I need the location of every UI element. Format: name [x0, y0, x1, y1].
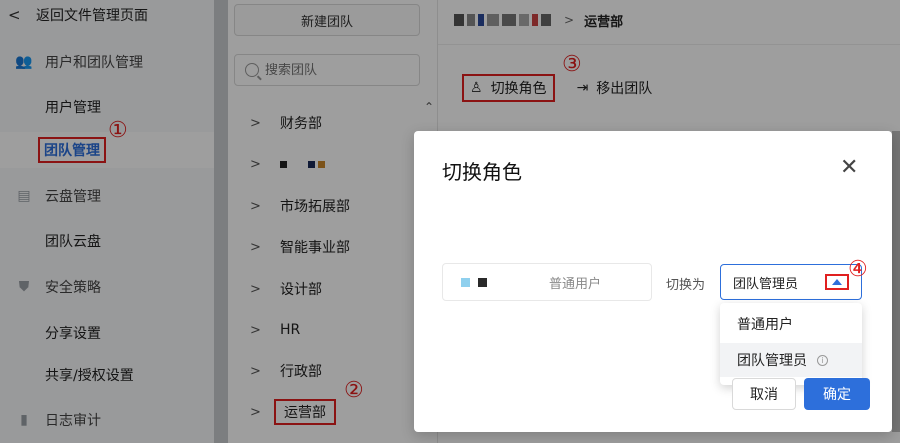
role-option[interactable]: 普通用户: [720, 307, 862, 341]
role-select[interactable]: 团队管理员: [720, 264, 862, 300]
current-role: 普通用户: [549, 276, 602, 292]
user-name-redacted: [478, 277, 487, 287]
switch-role-dialog: 切换角色 ✕ 普通用户 切换为 团队管理员 ④ 普通用户 团队管理员 i 取消 …: [414, 131, 892, 432]
cancel-button[interactable]: 取消: [732, 378, 796, 410]
dialog-title: 切换角色: [442, 160, 522, 184]
role-option-selected[interactable]: 团队管理员 i: [720, 343, 862, 377]
close-icon[interactable]: ✕: [840, 155, 858, 180]
confirm-button[interactable]: 确定: [804, 378, 870, 410]
switch-to-label: 切换为: [666, 278, 706, 293]
current-user-box: 普通用户: [442, 263, 652, 301]
avatar: [461, 277, 470, 287]
caret-up-icon[interactable]: [825, 274, 849, 290]
role-dropdown: 普通用户 团队管理员 i: [720, 303, 862, 385]
annotation-4: ④: [848, 257, 868, 282]
info-icon: i: [817, 354, 828, 366]
